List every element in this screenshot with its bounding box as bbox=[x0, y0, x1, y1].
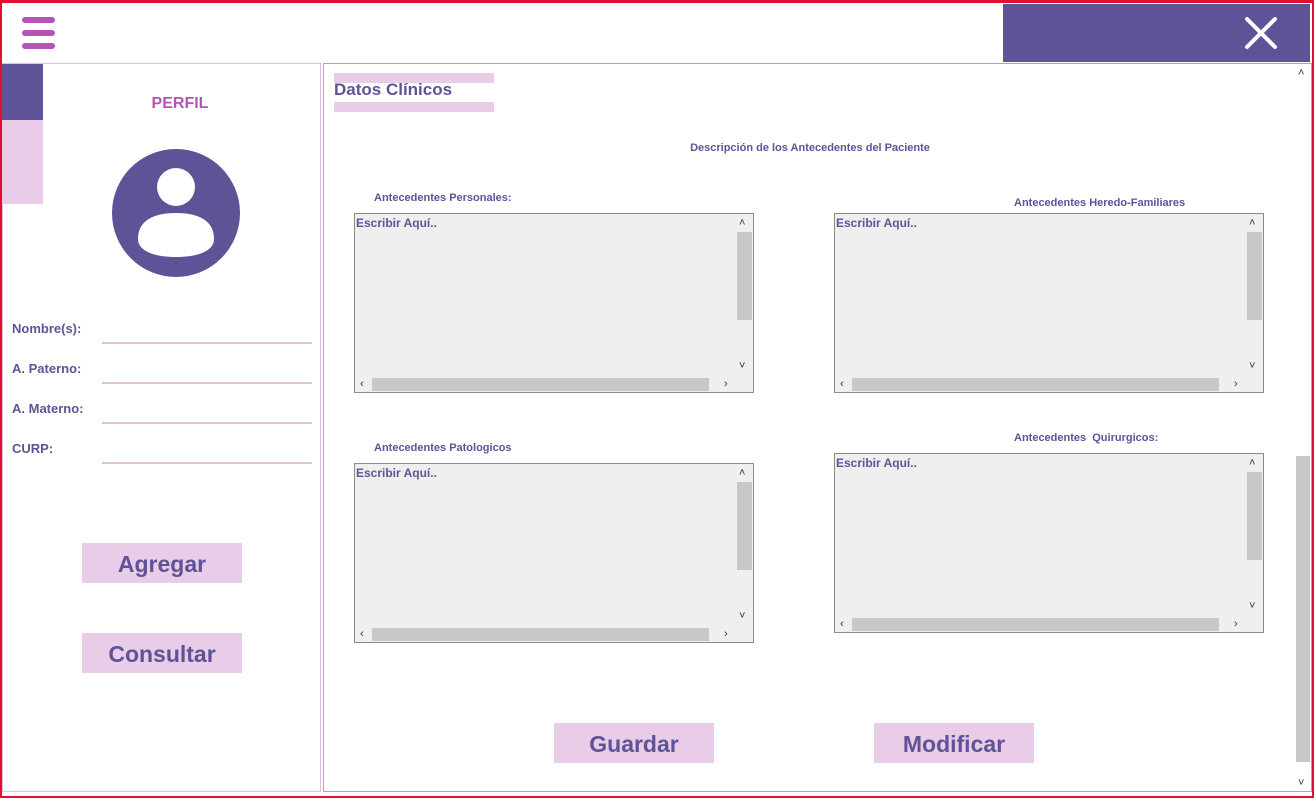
main-panel bbox=[323, 63, 1312, 792]
page-title: Datos Clínicos bbox=[334, 80, 453, 99]
scroll-down-icon[interactable]: ˅ bbox=[1249, 600, 1255, 612]
patologicos-label: Antecedentes Patologicos bbox=[374, 442, 512, 454]
scrollbar-thumb[interactable] bbox=[737, 482, 752, 570]
scrollbar-thumb[interactable] bbox=[737, 232, 752, 320]
title-decoration-bottom bbox=[334, 102, 494, 112]
scroll-left-icon[interactable]: ‹ bbox=[360, 628, 364, 640]
sidebar-tab-active[interactable] bbox=[2, 64, 43, 120]
patologicos-textarea[interactable]: Escribir Aquí.. ˄ ˅ ‹ › bbox=[354, 463, 754, 643]
save-button[interactable]: Guardar bbox=[554, 723, 714, 763]
modify-button[interactable]: Modificar bbox=[874, 723, 1034, 763]
horizontal-scrollbar[interactable]: ‹ › bbox=[355, 376, 736, 392]
curp-label: CURP: bbox=[12, 441, 54, 456]
scroll-up-icon[interactable]: ˄ bbox=[1249, 457, 1255, 469]
quirurgicos-text: Escribir Aquí.. bbox=[836, 456, 917, 470]
scroll-right-icon[interactable]: › bbox=[724, 628, 728, 640]
personales-text: Escribir Aquí.. bbox=[356, 216, 437, 230]
scroll-left-icon[interactable]: ‹ bbox=[840, 618, 844, 630]
horizontal-scrollbar[interactable]: ‹ › bbox=[835, 376, 1246, 392]
heredo-textarea[interactable]: Escribir Aquí.. ˄ ˅ ‹ › bbox=[834, 213, 1264, 393]
quirurgicos-label: Antecedentes Quirurgicos: bbox=[1014, 432, 1159, 444]
scroll-left-icon[interactable]: ‹ bbox=[840, 378, 844, 390]
vertical-scrollbar[interactable]: ˄ ˅ bbox=[1246, 214, 1263, 376]
horizontal-scrollbar[interactable]: ‹ › bbox=[835, 616, 1246, 632]
scroll-up-icon[interactable]: ˄ bbox=[1298, 67, 1304, 79]
add-button[interactable]: Agregar bbox=[82, 543, 242, 583]
heredo-text: Escribir Aquí.. bbox=[836, 216, 917, 230]
scrollbar-thumb[interactable] bbox=[1247, 472, 1262, 560]
scrollbar-thumb[interactable] bbox=[372, 378, 709, 391]
patologicos-text: Escribir Aquí.. bbox=[356, 466, 437, 480]
materno-field[interactable] bbox=[102, 422, 312, 424]
horizontal-scrollbar[interactable]: ‹ › bbox=[355, 626, 736, 642]
scroll-down-icon[interactable]: ˅ bbox=[739, 360, 745, 372]
scroll-right-icon[interactable]: › bbox=[724, 378, 728, 390]
profile-title: PERFIL bbox=[151, 95, 209, 112]
curp-field[interactable] bbox=[102, 462, 312, 464]
scroll-up-icon[interactable]: ˄ bbox=[739, 217, 745, 229]
scroll-up-icon[interactable]: ˄ bbox=[1249, 217, 1255, 229]
vertical-scrollbar[interactable]: ˄ ˅ bbox=[736, 214, 753, 376]
section-subtitle: Descripción de los Antecedentes del Paci… bbox=[690, 142, 930, 154]
user-avatar-icon bbox=[112, 149, 240, 277]
sidebar-tab[interactable] bbox=[2, 120, 43, 204]
materno-label: A. Materno: bbox=[12, 401, 84, 416]
page-scrollbar-thumb[interactable] bbox=[1296, 456, 1310, 762]
nombre-field[interactable] bbox=[102, 342, 312, 344]
scroll-down-icon[interactable]: ˅ bbox=[1249, 360, 1255, 372]
heredo-label: Antecedentes Heredo-Familiares bbox=[1014, 197, 1186, 209]
personales-textarea[interactable]: Escribir Aquí.. ˄ ˅ ‹ › bbox=[354, 213, 754, 393]
paterno-field[interactable] bbox=[102, 382, 312, 384]
close-icon bbox=[1245, 17, 1277, 49]
quirurgicos-textarea[interactable]: Escribir Aquí.. ˄ ˅ ‹ › bbox=[834, 453, 1264, 633]
scrollbar-thumb[interactable] bbox=[852, 378, 1219, 391]
scroll-down-icon[interactable]: ˅ bbox=[1298, 777, 1304, 789]
scroll-down-icon[interactable]: ˅ bbox=[739, 610, 745, 622]
hamburger-icon[interactable] bbox=[22, 17, 55, 51]
personales-label: Antecedentes Personales: bbox=[374, 192, 512, 204]
scrollbar-thumb[interactable] bbox=[852, 618, 1219, 631]
vertical-scrollbar[interactable]: ˄ ˅ bbox=[1246, 454, 1263, 616]
consult-button[interactable]: Consultar bbox=[82, 633, 242, 673]
scroll-right-icon[interactable]: › bbox=[1234, 618, 1238, 630]
scrollbar-thumb[interactable] bbox=[1247, 232, 1262, 320]
scroll-up-icon[interactable]: ˄ bbox=[739, 467, 745, 479]
scrollbar-thumb[interactable] bbox=[372, 628, 709, 641]
scroll-right-icon[interactable]: › bbox=[1234, 378, 1238, 390]
vertical-scrollbar[interactable]: ˄ ˅ bbox=[736, 464, 753, 626]
paterno-label: A. Paterno: bbox=[12, 361, 82, 376]
close-button[interactable] bbox=[1003, 4, 1310, 62]
scroll-left-icon[interactable]: ‹ bbox=[360, 378, 364, 390]
nombre-label: Nombre(s): bbox=[12, 321, 82, 336]
